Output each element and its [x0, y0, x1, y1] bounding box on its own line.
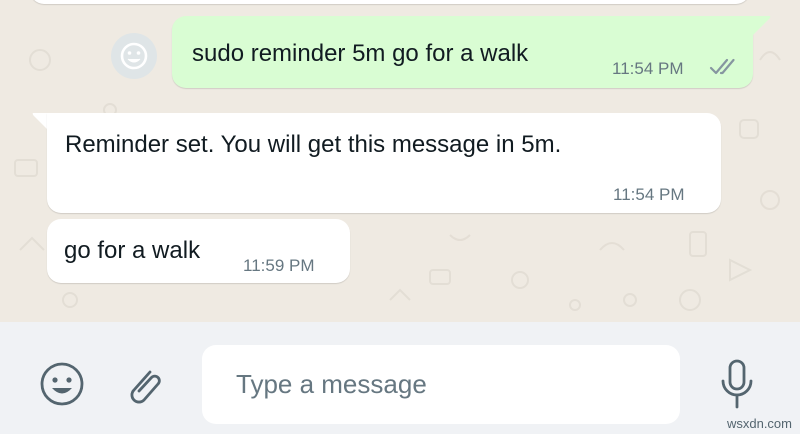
- chat-area: sudo reminder 5m go for a walk 11:54 PM …: [0, 0, 800, 322]
- emoji-icon[interactable]: [38, 359, 88, 409]
- message-text: go for a walk: [64, 237, 201, 264]
- message-bubble-outgoing[interactable]: sudo reminder 5m go for a walk 11:54 PM: [172, 16, 753, 88]
- message-timestamp: 11:59 PM: [243, 256, 315, 275]
- microphone-icon[interactable]: [712, 357, 762, 413]
- message-input[interactable]: [236, 345, 656, 424]
- double-check-icon: [709, 57, 741, 77]
- paperclip-icon[interactable]: [120, 360, 170, 410]
- message-timestamp: 11:54 PM: [612, 59, 684, 78]
- outgoing-bubble-tail: [752, 16, 771, 36]
- message-text: Reminder set. You will get this message …: [65, 131, 562, 158]
- message-bubble-incoming[interactable]: go for a walk 11:59 PM: [47, 219, 350, 283]
- message-bubble-incoming[interactable]: Reminder set. You will get this message …: [47, 113, 721, 213]
- message-text: sudo reminder 5m go for a walk: [192, 40, 529, 67]
- reaction-emoji-icon[interactable]: [111, 33, 157, 79]
- watermark: wsxdn.com: [726, 416, 792, 431]
- message-input-container[interactable]: [202, 345, 680, 424]
- message-timestamp: 11:54 PM: [613, 185, 685, 204]
- previous-message-bubble: [30, 0, 750, 4]
